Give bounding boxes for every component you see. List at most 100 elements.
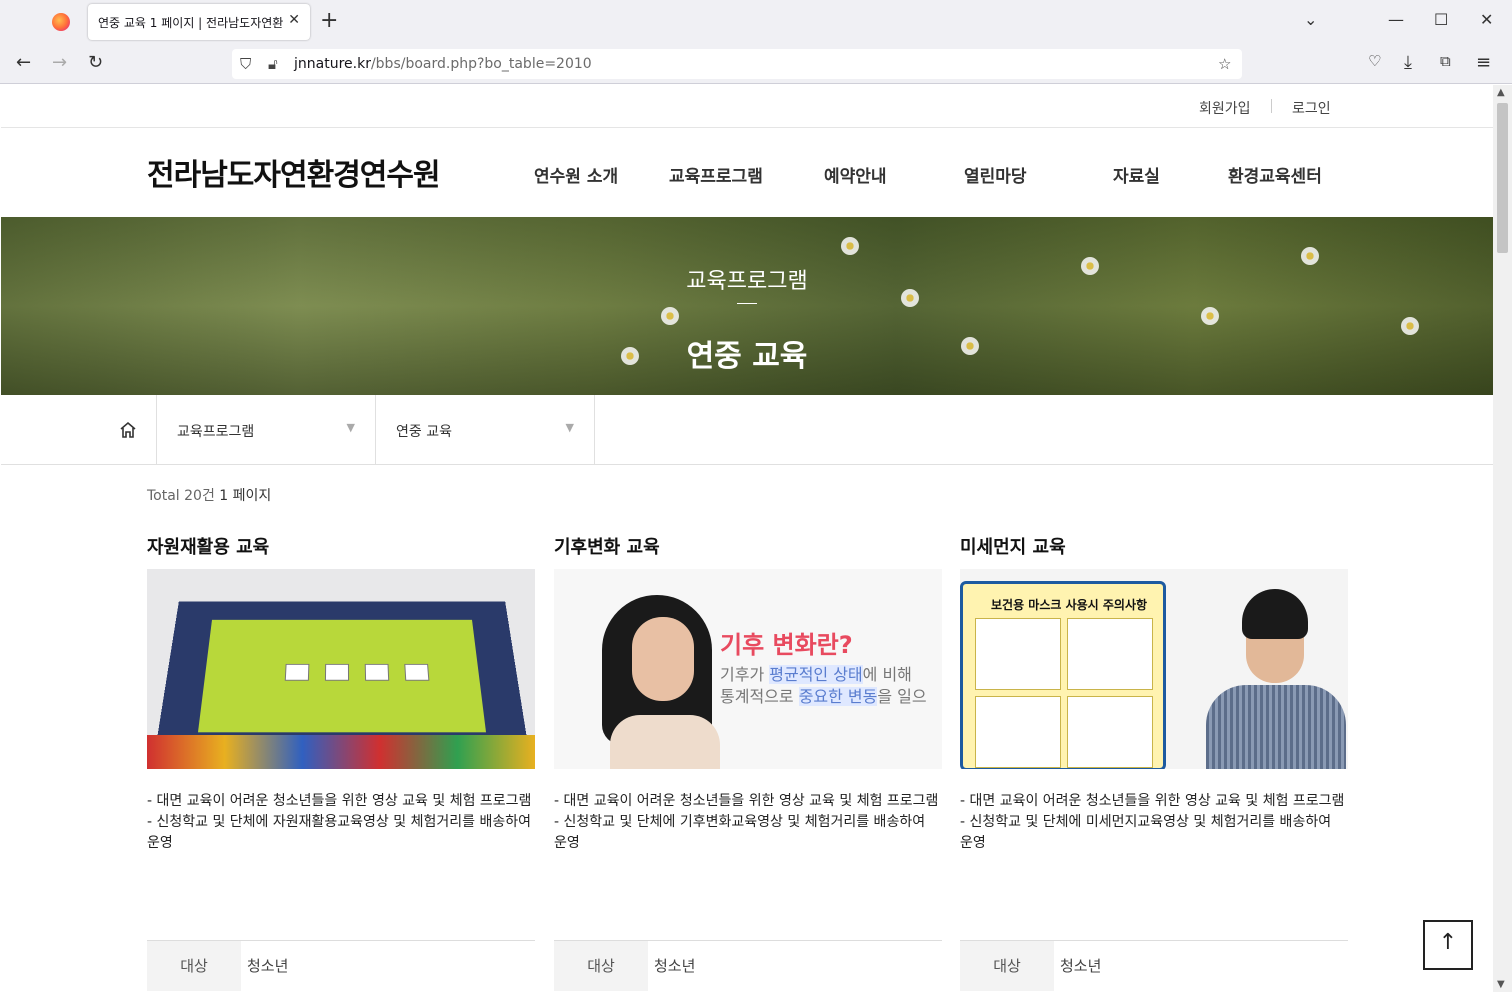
nav-bar: ← → ↻ ⛉ 🔓︎ jnnature.kr/bbs/board.php?bo_… [0,44,1512,84]
meta-value: 청소년 [247,957,289,975]
card-meta: 대상 청소년 [147,940,535,991]
card-description: - 대면 교육이 어려운 청소년들을 위한 영상 교육 및 체험 프로그램 - … [960,791,1348,854]
card-meta: 대상 청소년 [554,940,942,991]
login-link[interactable]: 로그인 [1292,98,1331,118]
presenter-image [602,595,720,769]
menu-icon[interactable]: ≡ [1476,52,1491,73]
site-logo[interactable]: 전라남도자연환경연수원 [147,150,441,194]
face [632,617,694,701]
desc-line: - 대면 교육이 어려운 청소년들을 위한 영상 교육 및 체험 프로그램 [147,793,532,809]
hero-subtitle: 교육프로그램 [686,269,808,294]
poster-cell [975,696,1061,768]
tab-title: 연중 교육 1 페이지 | 전라남도자연환경연수원 [98,16,284,30]
board-card [284,663,310,681]
insecure-lock-icon[interactable]: 🔓︎ [268,55,278,73]
maximize-icon[interactable]: ☐ [1434,10,1448,29]
board-card [324,663,350,681]
caret-down-icon: ▼ [346,421,355,434]
site-header: 전라남도자연환경연수원 연수원 소개 교육프로그램 예약안내 열린마당 자료실 … [1,128,1493,217]
thumb-heading: 기후 변화란? [720,631,853,659]
poster-cell [975,618,1061,690]
board-total: Total 20건 1 페이지 [147,485,271,505]
gallery-card[interactable]: 자원재활용 교육 - 대면 교육이 어려운 청소년들을 위한 영상 교육 및 체… [147,533,535,991]
meta-value: 청소년 [654,957,696,975]
desc-line: - 대면 교육이 어려운 청소년들을 위한 영상 교육 및 체험 프로그램 [554,793,939,809]
body [1206,685,1346,769]
hero-title: 연중 교육 [686,339,808,374]
desc-line: - 신청학교 및 단체에 기후변화교육영상 및 체험거리를 배송하여 운영 [554,814,926,851]
nav-item-about[interactable]: 연수원 소개 [534,162,618,187]
reload-icon[interactable]: ↻ [88,52,103,73]
hero-banner: 교육프로그램 연중 교육 [1,217,1493,395]
nav-item-programs[interactable]: 교육프로그램 [669,162,763,187]
arrow-up-icon: ↑ [1438,930,1458,955]
hair [1242,589,1308,639]
poster-cell [1067,618,1153,690]
page-label: 연중 교육 [396,424,452,440]
tab-bar: 연중 교육 1 페이지 | 전라남도자연환경연수원 ✕ + ⌄ — ☐ ✕ [0,0,1512,44]
poster-cell [1067,696,1153,768]
nav-item-community[interactable]: 열린마당 [964,162,1027,187]
scroll-to-top-button[interactable]: ↑ [1423,920,1473,970]
shield-icon[interactable]: ⛉ [240,55,251,73]
bookmark-star-icon[interactable]: ☆ [1218,55,1231,73]
scroll-up-icon[interactable]: ▲ [1497,87,1505,98]
card-description: - 대면 교육이 어려운 청소년들을 위한 영상 교육 및 체험 프로그램 - … [147,791,535,854]
pocket-icon[interactable]: ♡ [1368,52,1381,70]
card-title[interactable]: 미세먼지 교육 [960,533,1348,569]
board-card [404,663,430,681]
nav-item-reservation[interactable]: 예약안내 [824,162,887,187]
forward-icon[interactable]: → [52,52,67,73]
minimize-icon[interactable]: — [1388,10,1404,29]
hero-divider [737,303,757,304]
top-util-bar: 회원가입 로그인 [1,85,1493,128]
flower-decoration [1201,307,1219,325]
category-dropdown[interactable]: 교육프로그램 ▼ [157,395,376,465]
url-text[interactable]: jnnature.kr/bbs/board.php?bo_table=2010 [294,56,592,72]
total-count: Total 20건 [147,488,215,504]
browser-tab[interactable]: 연중 교육 1 페이지 | 전라남도자연환경연수원 ✕ [88,4,310,40]
card-description: - 대면 교육이 어려운 청소년들을 위한 영상 교육 및 체험 프로그램 - … [554,791,942,854]
back-icon[interactable]: ← [16,52,31,73]
download-icon[interactable]: ⤓ [1404,52,1412,73]
board-center [197,619,487,733]
thumb-text: 통계적으로 중요한 변동을 일으 [720,687,927,706]
scroll-down-icon[interactable]: ▼ [1497,979,1505,990]
web-page: 회원가입 로그인 전라남도자연환경연수원 연수원 소개 교육프로그램 예약안내 … [1,85,1493,992]
firefox-icon [52,13,70,31]
flower-decoration [841,237,859,255]
board-edge [147,735,535,769]
gallery-card[interactable]: 기후변화 교육 기후 변화란? 기후가 평균적인 상태에 비해 통계적으로 중요… [554,533,942,991]
presenter-image [1206,589,1346,769]
card-title[interactable]: 기후변화 교육 [554,533,942,569]
extensions-icon[interactable]: ⧉ [1440,52,1451,70]
nav-item-env-center[interactable]: 환경교육센터 [1228,162,1322,187]
desc-line: - 신청학교 및 단체에 자원재활용교육영상 및 체험거리를 배송하여 운영 [147,814,531,851]
gallery-card[interactable]: 미세먼지 교육 보건용 마스크 사용시 주의사항 - 대면 교육이 어려운 청소… [960,533,1348,991]
card-thumbnail[interactable] [147,569,535,769]
caret-down-icon: ▼ [565,421,574,434]
meta-value: 청소년 [1060,957,1102,975]
desc-line: - 대면 교육이 어려운 청소년들을 위한 영상 교육 및 체험 프로그램 [960,793,1345,809]
page-scrollbar[interactable]: ▲ ▼ [1493,85,1512,992]
meta-key: 대상 [147,941,241,991]
window-close-icon[interactable]: ✕ [1480,10,1493,29]
card-thumbnail[interactable]: 보건용 마스크 사용시 주의사항 [960,569,1348,769]
signup-link[interactable]: 회원가입 [1199,98,1251,118]
home-button[interactable] [101,395,157,465]
browser-chrome: 연중 교육 1 페이지 | 전라남도자연환경연수원 ✕ + ⌄ — ☐ ✕ ← … [0,0,1512,84]
page-indicator: 1 페이지 [219,488,272,504]
nav-item-archive[interactable]: 자료실 [1113,162,1160,187]
meta-key: 대상 [554,941,648,991]
card-title[interactable]: 자원재활용 교육 [147,533,535,569]
board-card [364,663,390,681]
new-tab-icon[interactable]: + [320,8,338,33]
url-bar[interactable]: ⛉ 🔓︎ jnnature.kr/bbs/board.php?bo_table=… [232,49,1242,79]
category-label: 교육프로그램 [177,424,255,440]
close-tab-icon[interactable]: ✕ [288,12,300,28]
flower-decoration [661,307,679,325]
scroll-thumb[interactable] [1497,103,1508,253]
tab-list-icon[interactable]: ⌄ [1304,10,1317,29]
page-dropdown[interactable]: 연중 교육 ▼ [376,395,595,465]
card-thumbnail[interactable]: 기후 변화란? 기후가 평균적인 상태에 비해 통계적으로 중요한 변동을 일으 [554,569,942,769]
